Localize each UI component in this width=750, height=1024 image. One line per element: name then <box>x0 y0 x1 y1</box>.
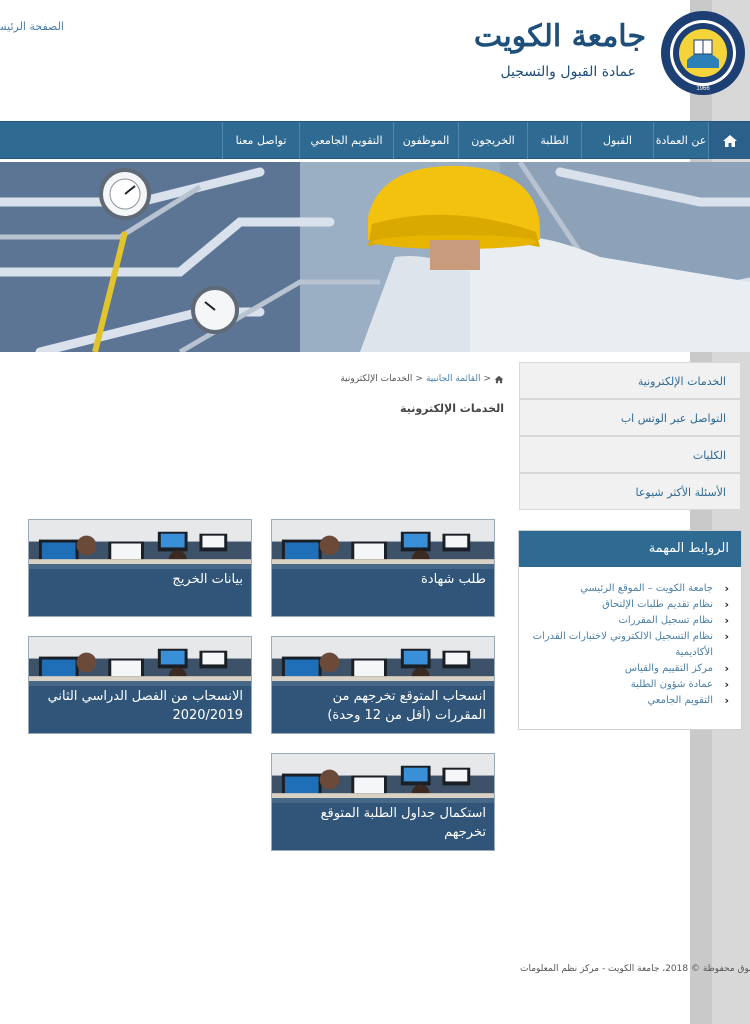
important-links-panel: الروابط المهمة ‹ جامعة الكويت – الموقع ال… <box>518 530 742 730</box>
breadcrumb-home-icon[interactable] <box>494 375 504 384</box>
chevron-left-icon: ‹ <box>724 598 729 611</box>
tile-caption: الانسحاب من الفصل الدراسي الثاني 2020/20… <box>29 681 251 733</box>
chevron-left-icon: ‹ <box>724 582 729 595</box>
important-links-list: ‹ جامعة الكويت – الموقع الرئيسي ‹ نظام تقد… <box>519 567 741 709</box>
breadcrumb-separator: < <box>483 374 491 384</box>
chevron-left-icon: ‹ <box>724 614 729 627</box>
nav-home-button[interactable] <box>708 122 750 159</box>
service-tile-graduate-data[interactable]: بيانات الخريج <box>28 519 252 617</box>
nav-item-contact[interactable]: تواصل معنا <box>222 122 299 159</box>
university-seal-logo[interactable]: 1966 <box>660 10 746 96</box>
home-link[interactable]: الصفحة الرئيسية <box>0 20 64 33</box>
nav-item-admission[interactable]: القبول <box>581 122 653 159</box>
service-tile-expected-graduates-withdrawal[interactable]: انسحاب المتوقع تخرجهم من المقررات (أقل م… <box>271 636 495 734</box>
seal-year: 1966 <box>696 86 710 92</box>
nav-item-students[interactable]: الطلبة <box>527 122 581 159</box>
side-menu-colleges[interactable]: الكليات <box>519 436 741 473</box>
link-aptitude-tests[interactable]: ‹ نظام التسجيل الالكتروني لاختبارات القدر… <box>529 629 729 661</box>
link-application-system[interactable]: ‹ نظام تقديم طلبات الإلتحاق <box>529 597 729 613</box>
home-icon <box>722 134 737 147</box>
side-menu: الخدمات الإلكترونية التواصل عبر الوتس اب… <box>519 362 741 510</box>
nav-item-graduates[interactable]: الخريجون <box>458 122 527 159</box>
tile-caption: طلب شهادة <box>272 564 494 616</box>
tile-caption: بيانات الخريج <box>29 564 251 616</box>
tile-caption: انسحاب المتوقع تخرجهم من المقررات (أقل م… <box>272 681 494 733</box>
link-ku-main[interactable]: ‹ جامعة الكويت – الموقع الرئيسي <box>529 581 729 597</box>
breadcrumb-separator: < <box>415 374 423 384</box>
chevron-left-icon: ‹ <box>724 662 729 675</box>
breadcrumb-current: الخدمات الإلكترونية <box>340 374 413 384</box>
breadcrumb-sidebar-link[interactable]: القائمة الجانبية <box>426 374 481 384</box>
service-tile-certificate-request[interactable]: طلب شهادة <box>271 519 495 617</box>
side-menu-faq[interactable]: الأسئلة الأكثر شيوعا <box>519 473 741 510</box>
tile-caption: استكمال جداول الطلبة المتوقع تخرجهم <box>272 798 494 850</box>
university-logo-text[interactable]: جامعة الكويت عمادة القبول والتسجيل <box>474 14 646 80</box>
side-menu-whatsapp[interactable]: التواصل عبر الوتس اب <box>519 399 741 436</box>
link-academic-calendar[interactable]: ‹ التقويم الجامعي <box>529 693 729 709</box>
link-assessment-center[interactable]: ‹ مركز التقييم والقياس <box>529 661 729 677</box>
link-student-affairs[interactable]: ‹ عمادة شؤون الطلبة <box>529 677 729 693</box>
university-name: جامعة الكويت <box>473 19 646 54</box>
deanship-name: عمادة القبول والتسجيل <box>500 64 636 80</box>
footer-copyright: جميع الحقوق محفوظة © 2018، جامعة الكويت … <box>520 964 750 974</box>
banner-illustration <box>0 162 750 352</box>
chevron-left-icon: ‹ <box>724 630 729 643</box>
nav-item-calendar[interactable]: التقويم الجامعي <box>299 122 393 159</box>
page-title: الخدمات الإلكترونية <box>400 402 504 415</box>
nav-item-employees[interactable]: الموظفون <box>393 122 458 159</box>
breadcrumb: < القائمة الجانبية < الخدمات الإلكترونية <box>340 374 504 384</box>
chevron-left-icon: ‹ <box>724 694 729 707</box>
hero-banner-image <box>0 162 750 352</box>
important-links-title: الروابط المهمة <box>519 531 741 567</box>
main-navigation: عن العمادة القبول الطلبة الخريجون الموظف… <box>0 121 750 159</box>
link-course-registration[interactable]: ‹ نظام تسجيل المقررات <box>529 613 729 629</box>
nav-item-about[interactable]: عن العمادة <box>653 122 708 159</box>
chevron-left-icon: ‹ <box>724 678 729 691</box>
service-tile-complete-schedules[interactable]: استكمال جداول الطلبة المتوقع تخرجهم <box>271 753 495 851</box>
side-menu-eservices[interactable]: الخدمات الإلكترونية <box>519 362 741 399</box>
service-tile-semester-withdrawal[interactable]: الانسحاب من الفصل الدراسي الثاني 2020/20… <box>28 636 252 734</box>
